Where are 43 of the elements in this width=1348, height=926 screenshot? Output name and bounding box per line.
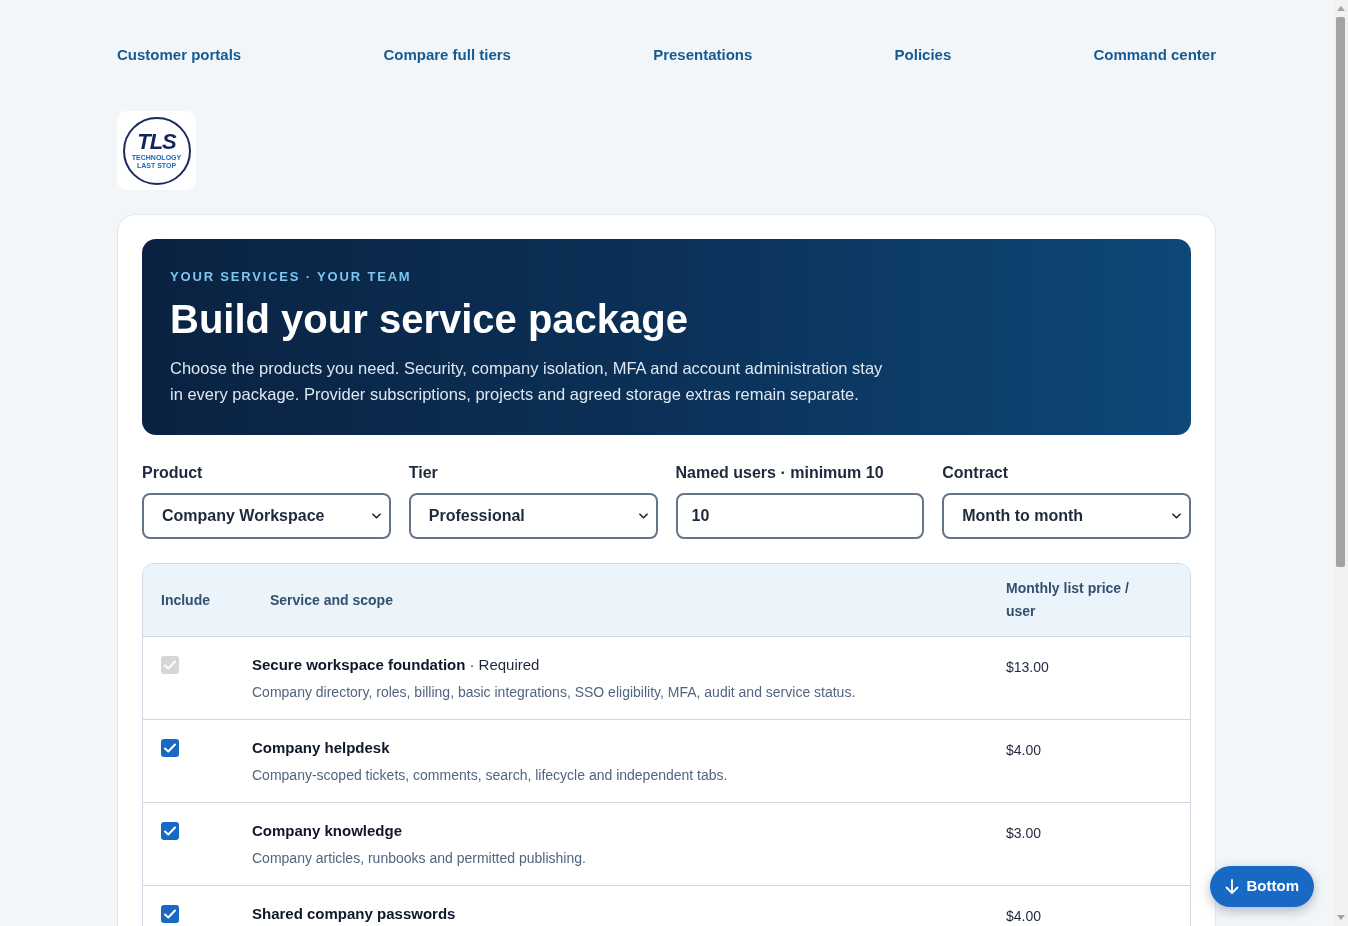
checkbox[interactable] <box>161 822 179 840</box>
checkbox[interactable] <box>161 905 179 923</box>
column-header: Include <box>161 590 211 610</box>
service-description: Company directory, roles, billing, basic integrations, SSO eligibility, MFA, audit and service status. <box>252 683 857 702</box>
service-description: Company-scoped tickets, comments, search, lifecycle and independent tabs. <box>252 766 729 785</box>
checkbox[interactable] <box>161 739 179 757</box>
chevron-down-icon <box>1172 513 1181 519</box>
hero-title: Build your service package <box>170 296 689 343</box>
logo-monogram: TLS <box>137 131 176 153</box>
field-label: Named users · minimum 10 <box>675 463 885 483</box>
scroll-thumb[interactable] <box>1336 17 1345 567</box>
service-name: Secure workspace foundation <box>252 655 466 675</box>
service-name: Shared company passwords <box>252 904 456 924</box>
number-field[interactable]: 10 <box>675 493 925 539</box>
nav-link[interactable]: Compare full tiers <box>383 45 511 65</box>
column-header: Monthly list price / user <box>1006 579 1130 621</box>
chevron-down-icon <box>638 513 648 519</box>
field-label: Product <box>142 463 204 483</box>
nav-link[interactable]: Policies <box>894 45 952 65</box>
service-name: Company helpdesk <box>252 738 390 758</box>
caret-down-icon[interactable] <box>1336 915 1345 920</box>
dropdown-field[interactable]: Month to month <box>942 493 1191 539</box>
service-note: · Required <box>469 655 540 675</box>
nav-link[interactable]: Customer portals <box>117 45 242 65</box>
price-text: $3.00 <box>1006 825 1042 841</box>
nav-link[interactable]: Presentations <box>653 45 753 65</box>
field-label: Tier <box>408 463 439 483</box>
scroll-to-bottom-button[interactable]: Bottom <box>1209 866 1314 907</box>
service-description: Company articles, runbooks and permitted publishing. <box>252 849 587 868</box>
arrow-down-icon <box>1224 879 1239 894</box>
hero-description: Choose the products you need. Security, company isolation, MFA and account administration stay in every package. Provider subscriptions, projects and agreed storage extras remain separate. <box>170 358 884 405</box>
field-label: Contract <box>942 463 1010 483</box>
price-text: $4.00 <box>1006 908 1042 924</box>
service-name: Company knowledge <box>252 821 403 841</box>
column-header: Service and scope <box>270 590 394 610</box>
caret-up-icon[interactable] <box>1336 6 1345 11</box>
nav-link[interactable]: Command center <box>1093 45 1216 65</box>
price-text: $13.00 <box>1006 659 1049 675</box>
chevron-down-icon <box>371 513 381 519</box>
dropdown-field[interactable]: Professional <box>408 493 658 539</box>
dropdown-field[interactable]: Company Workspace <box>142 493 391 539</box>
price-text: $4.00 <box>1006 742 1042 758</box>
hero-eyebrow: YOUR SERVICES · YOUR TEAM <box>170 268 413 286</box>
